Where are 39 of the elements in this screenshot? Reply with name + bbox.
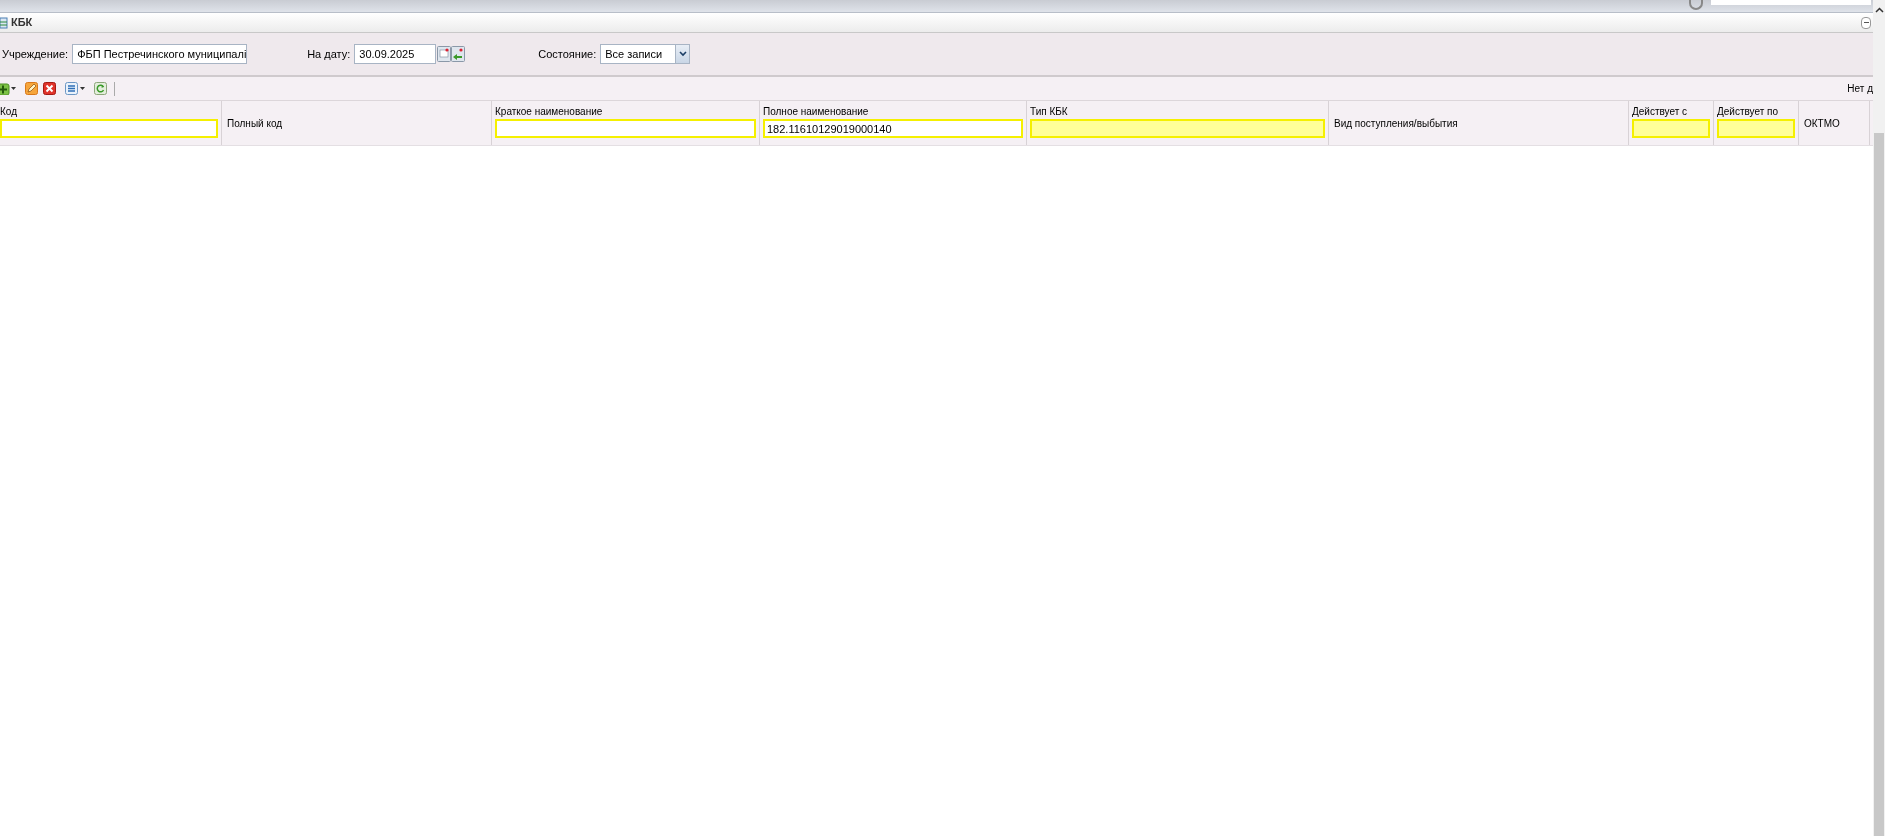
- filter-input[interactable]: 182.11610129019000140: [763, 119, 1023, 138]
- state-dropdown[interactable]: Все записи: [600, 44, 691, 64]
- column-header[interactable]: Полный код: [225, 115, 488, 131]
- column-header[interactable]: Действует по: [1717, 104, 1795, 119]
- scroll-up-icon[interactable]: [1874, 7, 1884, 13]
- filter-label: Учреждение:: [2, 46, 69, 62]
- minimize-button[interactable]: [1861, 16, 1871, 29]
- window-title: КБК: [11, 15, 33, 31]
- column-header[interactable]: Вид поступления/выбытия: [1332, 115, 1625, 131]
- status-text: Нет д: [1847, 82, 1873, 96]
- reset-date-icon[interactable]: [451, 46, 466, 62]
- search-field[interactable]: [1711, 0, 1871, 5]
- date-field[interactable]: 30.09.2025: [354, 44, 437, 64]
- column-header[interactable]: Краткое наименование: [495, 104, 756, 119]
- add-button[interactable]: [0, 82, 16, 95]
- column-header[interactable]: Полное наименование: [763, 104, 1023, 119]
- filter-label: Состояние:: [538, 46, 597, 62]
- filter-input[interactable]: [495, 119, 756, 138]
- column-header[interactable]: Код: [0, 104, 218, 119]
- scrollbar[interactable]: [1873, 0, 1885, 836]
- caret-icon[interactable]: [80, 87, 85, 90]
- date-filter-field[interactable]: [1717, 119, 1795, 138]
- list-icon: [65, 82, 78, 95]
- column-header[interactable]: ОКТМО: [1802, 115, 1866, 131]
- caret-icon[interactable]: [11, 87, 16, 90]
- institution-field[interactable]: ФБП Пестречинского муниципалі: [72, 44, 248, 64]
- column-header[interactable]: Действует с: [1632, 104, 1710, 119]
- refresh-button[interactable]: [94, 82, 107, 95]
- grid-icon: [0, 16, 8, 29]
- filter-input[interactable]: [0, 119, 218, 138]
- filter-label: На дату:: [307, 46, 351, 62]
- column-header[interactable]: Тип КБК: [1030, 104, 1325, 119]
- list-button[interactable]: [65, 82, 85, 95]
- delete-button[interactable]: [43, 82, 56, 95]
- plus-icon: [0, 82, 10, 95]
- dropdown-icon[interactable]: [675, 45, 690, 63]
- date-filter-field[interactable]: [1632, 119, 1710, 138]
- calendar-icon[interactable]: [437, 46, 452, 62]
- edit-button[interactable]: [25, 82, 38, 95]
